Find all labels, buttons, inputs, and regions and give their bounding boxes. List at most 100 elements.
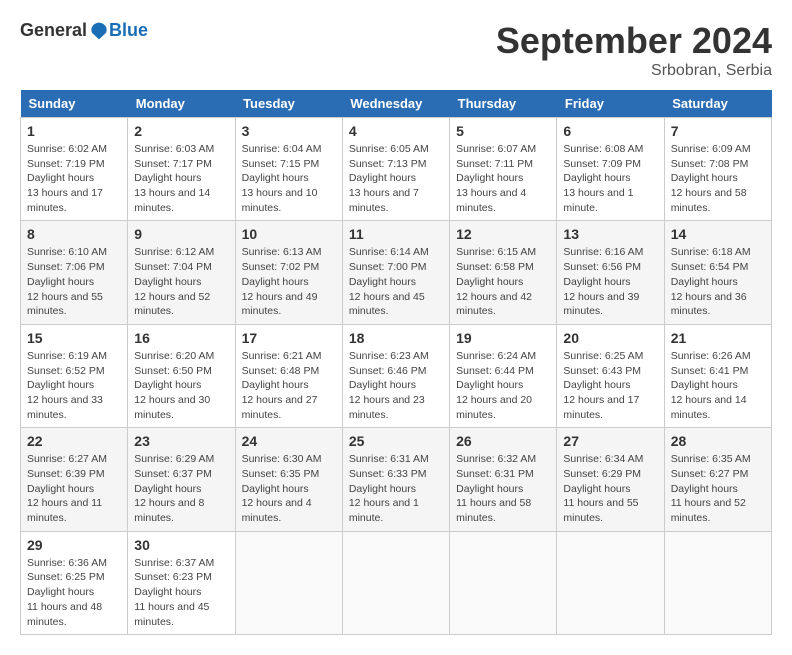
- calendar-table: Sunday Monday Tuesday Wednesday Thursday…: [20, 90, 772, 635]
- table-row: [450, 531, 557, 634]
- table-row: 23 Sunrise: 6:29 AM Sunset: 6:37 PM Dayl…: [128, 428, 235, 531]
- day-number: 12: [456, 226, 550, 242]
- table-row: 30 Sunrise: 6:37 AM Sunset: 6:23 PM Dayl…: [128, 531, 235, 634]
- day-info: Sunrise: 6:07 AM Sunset: 7:11 PM Dayligh…: [456, 142, 550, 215]
- day-number: 4: [349, 123, 443, 139]
- day-info: Sunrise: 6:37 AM Sunset: 6:23 PM Dayligh…: [134, 556, 228, 629]
- day-number: 25: [349, 433, 443, 449]
- day-info: Sunrise: 6:15 AM Sunset: 6:58 PM Dayligh…: [456, 245, 550, 318]
- day-info: Sunrise: 6:13 AM Sunset: 7:02 PM Dayligh…: [242, 245, 336, 318]
- day-info: Sunrise: 6:04 AM Sunset: 7:15 PM Dayligh…: [242, 142, 336, 215]
- header-saturday: Saturday: [664, 90, 771, 118]
- day-info: Sunrise: 6:24 AM Sunset: 6:44 PM Dayligh…: [456, 349, 550, 422]
- location-title: Srbobran, Serbia: [496, 62, 772, 80]
- calendar-week-row: 22 Sunrise: 6:27 AM Sunset: 6:39 PM Dayl…: [21, 428, 772, 531]
- table-row: 26 Sunrise: 6:32 AM Sunset: 6:31 PM Dayl…: [450, 428, 557, 531]
- table-row: 28 Sunrise: 6:35 AM Sunset: 6:27 PM Dayl…: [664, 428, 771, 531]
- logo-general-text: General: [20, 20, 87, 41]
- day-number: 30: [134, 537, 228, 553]
- table-row: 14 Sunrise: 6:18 AM Sunset: 6:54 PM Dayl…: [664, 221, 771, 324]
- day-info: Sunrise: 6:21 AM Sunset: 6:48 PM Dayligh…: [242, 349, 336, 422]
- title-area: September 2024 Srbobran, Serbia: [496, 20, 772, 80]
- month-title: September 2024: [496, 20, 772, 62]
- day-number: 29: [27, 537, 121, 553]
- day-info: Sunrise: 6:08 AM Sunset: 7:09 PM Dayligh…: [563, 142, 657, 215]
- day-number: 8: [27, 226, 121, 242]
- header-thursday: Thursday: [450, 90, 557, 118]
- day-info: Sunrise: 6:36 AM Sunset: 6:25 PM Dayligh…: [27, 556, 121, 629]
- day-number: 9: [134, 226, 228, 242]
- day-number: 19: [456, 330, 550, 346]
- table-row: 19 Sunrise: 6:24 AM Sunset: 6:44 PM Dayl…: [450, 324, 557, 427]
- day-info: Sunrise: 6:09 AM Sunset: 7:08 PM Dayligh…: [671, 142, 765, 215]
- table-row: 22 Sunrise: 6:27 AM Sunset: 6:39 PM Dayl…: [21, 428, 128, 531]
- day-info: Sunrise: 6:02 AM Sunset: 7:19 PM Dayligh…: [27, 142, 121, 215]
- day-info: Sunrise: 6:03 AM Sunset: 7:17 PM Dayligh…: [134, 142, 228, 215]
- day-number: 11: [349, 226, 443, 242]
- day-number: 15: [27, 330, 121, 346]
- table-row: 10 Sunrise: 6:13 AM Sunset: 7:02 PM Dayl…: [235, 221, 342, 324]
- day-number: 2: [134, 123, 228, 139]
- day-number: 5: [456, 123, 550, 139]
- header-monday: Monday: [128, 90, 235, 118]
- table-row: [557, 531, 664, 634]
- table-row: 25 Sunrise: 6:31 AM Sunset: 6:33 PM Dayl…: [342, 428, 449, 531]
- header-friday: Friday: [557, 90, 664, 118]
- day-number: 7: [671, 123, 765, 139]
- table-row: 15 Sunrise: 6:19 AM Sunset: 6:52 PM Dayl…: [21, 324, 128, 427]
- table-row: 29 Sunrise: 6:36 AM Sunset: 6:25 PM Dayl…: [21, 531, 128, 634]
- day-info: Sunrise: 6:26 AM Sunset: 6:41 PM Dayligh…: [671, 349, 765, 422]
- header-wednesday: Wednesday: [342, 90, 449, 118]
- table-row: 18 Sunrise: 6:23 AM Sunset: 6:46 PM Dayl…: [342, 324, 449, 427]
- day-info: Sunrise: 6:16 AM Sunset: 6:56 PM Dayligh…: [563, 245, 657, 318]
- table-row: 6 Sunrise: 6:08 AM Sunset: 7:09 PM Dayli…: [557, 118, 664, 221]
- header-tuesday: Tuesday: [235, 90, 342, 118]
- table-row: [235, 531, 342, 634]
- calendar-week-row: 8 Sunrise: 6:10 AM Sunset: 7:06 PM Dayli…: [21, 221, 772, 324]
- calendar-week-row: 1 Sunrise: 6:02 AM Sunset: 7:19 PM Dayli…: [21, 118, 772, 221]
- calendar-week-row: 15 Sunrise: 6:19 AM Sunset: 6:52 PM Dayl…: [21, 324, 772, 427]
- day-info: Sunrise: 6:35 AM Sunset: 6:27 PM Dayligh…: [671, 452, 765, 525]
- day-number: 16: [134, 330, 228, 346]
- table-row: 5 Sunrise: 6:07 AM Sunset: 7:11 PM Dayli…: [450, 118, 557, 221]
- day-info: Sunrise: 6:19 AM Sunset: 6:52 PM Dayligh…: [27, 349, 121, 422]
- day-info: Sunrise: 6:18 AM Sunset: 6:54 PM Dayligh…: [671, 245, 765, 318]
- day-info: Sunrise: 6:12 AM Sunset: 7:04 PM Dayligh…: [134, 245, 228, 318]
- logo: General Blue: [20, 20, 148, 41]
- table-row: 16 Sunrise: 6:20 AM Sunset: 6:50 PM Dayl…: [128, 324, 235, 427]
- day-info: Sunrise: 6:29 AM Sunset: 6:37 PM Dayligh…: [134, 452, 228, 525]
- header-sunday: Sunday: [21, 90, 128, 118]
- table-row: 20 Sunrise: 6:25 AM Sunset: 6:43 PM Dayl…: [557, 324, 664, 427]
- day-number: 14: [671, 226, 765, 242]
- day-info: Sunrise: 6:05 AM Sunset: 7:13 PM Dayligh…: [349, 142, 443, 215]
- calendar-header-row: Sunday Monday Tuesday Wednesday Thursday…: [21, 90, 772, 118]
- table-row: [342, 531, 449, 634]
- logo-blue-text: Blue: [109, 20, 148, 41]
- table-row: 9 Sunrise: 6:12 AM Sunset: 7:04 PM Dayli…: [128, 221, 235, 324]
- day-info: Sunrise: 6:32 AM Sunset: 6:31 PM Dayligh…: [456, 452, 550, 525]
- day-number: 27: [563, 433, 657, 449]
- table-row: [664, 531, 771, 634]
- day-number: 6: [563, 123, 657, 139]
- day-number: 1: [27, 123, 121, 139]
- table-row: 12 Sunrise: 6:15 AM Sunset: 6:58 PM Dayl…: [450, 221, 557, 324]
- day-number: 24: [242, 433, 336, 449]
- day-info: Sunrise: 6:30 AM Sunset: 6:35 PM Dayligh…: [242, 452, 336, 525]
- logo-icon: [89, 21, 109, 41]
- calendar-week-row: 29 Sunrise: 6:36 AM Sunset: 6:25 PM Dayl…: [21, 531, 772, 634]
- day-number: 17: [242, 330, 336, 346]
- day-number: 20: [563, 330, 657, 346]
- day-info: Sunrise: 6:25 AM Sunset: 6:43 PM Dayligh…: [563, 349, 657, 422]
- table-row: 21 Sunrise: 6:26 AM Sunset: 6:41 PM Dayl…: [664, 324, 771, 427]
- day-number: 21: [671, 330, 765, 346]
- day-info: Sunrise: 6:27 AM Sunset: 6:39 PM Dayligh…: [27, 452, 121, 525]
- table-row: 11 Sunrise: 6:14 AM Sunset: 7:00 PM Dayl…: [342, 221, 449, 324]
- day-number: 3: [242, 123, 336, 139]
- table-row: 2 Sunrise: 6:03 AM Sunset: 7:17 PM Dayli…: [128, 118, 235, 221]
- table-row: 27 Sunrise: 6:34 AM Sunset: 6:29 PM Dayl…: [557, 428, 664, 531]
- table-row: 7 Sunrise: 6:09 AM Sunset: 7:08 PM Dayli…: [664, 118, 771, 221]
- day-number: 18: [349, 330, 443, 346]
- header: General Blue September 2024 Srbobran, Se…: [20, 20, 772, 80]
- table-row: 17 Sunrise: 6:21 AM Sunset: 6:48 PM Dayl…: [235, 324, 342, 427]
- day-info: Sunrise: 6:14 AM Sunset: 7:00 PM Dayligh…: [349, 245, 443, 318]
